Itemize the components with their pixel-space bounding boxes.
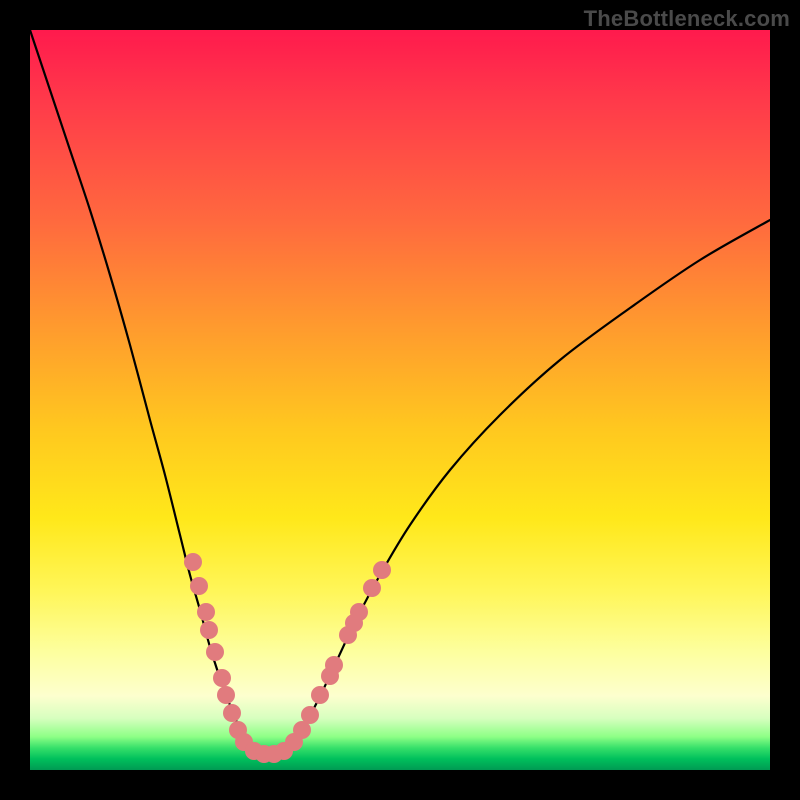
curve-svg [30,30,770,770]
bead-marker [311,686,329,704]
bead-marker [213,669,231,687]
bead-marker [200,621,218,639]
bead-marker [184,553,202,571]
bead-marker [363,579,381,597]
bead-marker [373,561,391,579]
bead-marker [190,577,208,595]
bead-marker [325,656,343,674]
bead-marker [301,706,319,724]
bead-marker [223,704,241,722]
bead-marker [350,603,368,621]
bead-marker [206,643,224,661]
bead-marker [197,603,215,621]
watermark-text: TheBottleneck.com [584,6,790,32]
chart-frame: TheBottleneck.com [0,0,800,800]
highlight-beads [184,553,391,763]
bottleneck-curve [30,30,770,755]
bead-marker [217,686,235,704]
plot-area [30,30,770,770]
